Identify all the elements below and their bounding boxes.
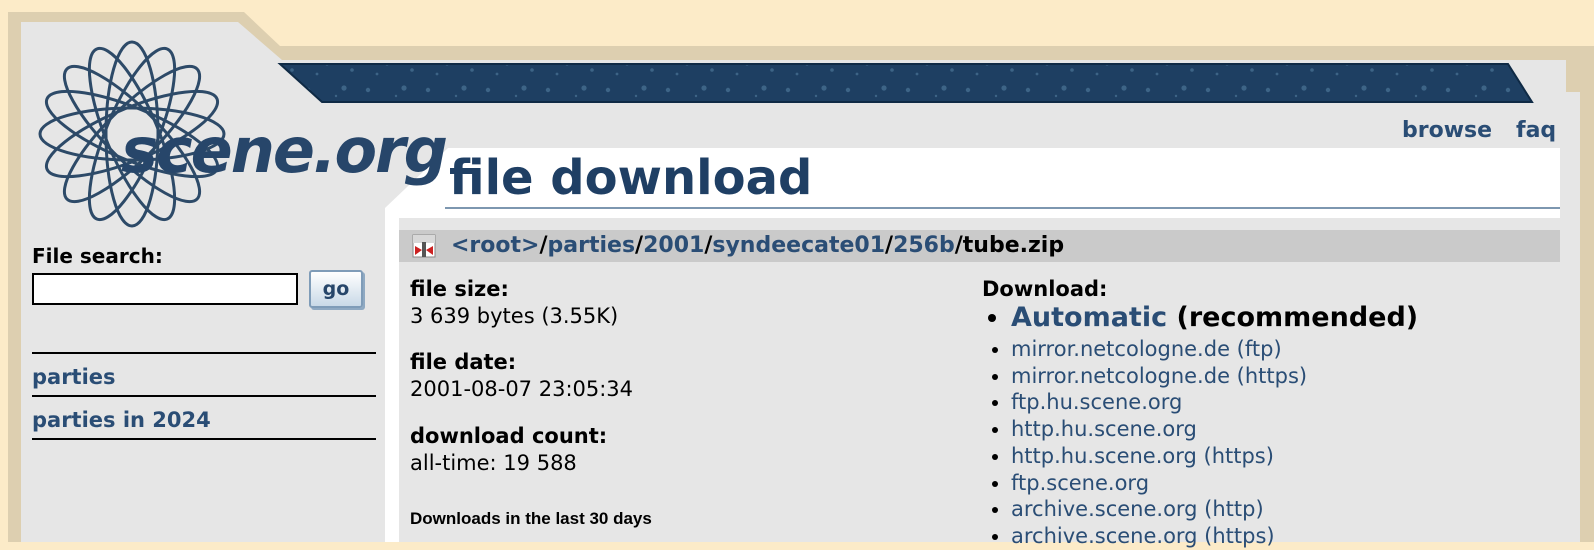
mirror-link[interactable]: http.hu.scene.org [1011, 417, 1197, 441]
sidebar-divider [32, 352, 376, 354]
file-date-value: 2001-08-07 23:05:34 [410, 377, 634, 401]
list-item: mirror.netcologne.de (ftp) [1011, 336, 1418, 363]
nav-faq-link[interactable]: faq [1516, 118, 1556, 143]
file-search-input[interactable] [32, 273, 298, 305]
list-item: Automatic (recommended) [1011, 300, 1418, 336]
file-date-label: file date: [410, 350, 517, 374]
nav-browse-link[interactable]: browse [1402, 118, 1492, 143]
mirror-link[interactable]: mirror.netcologne.de (ftp) [1011, 337, 1282, 361]
file-size-value: 3 639 bytes (3.55K) [410, 304, 619, 328]
download-count-value: all-time: 19 588 [410, 451, 577, 475]
file-search-label: File search: [32, 244, 163, 268]
download-label: Download: [982, 277, 1108, 301]
download-mirror-list: Automatic (recommended) mirror.netcologn… [982, 300, 1418, 550]
go-button[interactable]: go [309, 270, 363, 308]
page-title: file download [449, 150, 813, 206]
mirror-link[interactable]: ftp.scene.org [1011, 471, 1149, 495]
sidebar-divider [32, 395, 376, 397]
file-icon [412, 234, 436, 258]
downloads-last-30-days-label: Downloads in the last 30 days [410, 509, 652, 528]
breadcrumb-year-link[interactable]: 2001 [643, 233, 704, 258]
logo[interactable]: scene.org [36, 34, 448, 234]
breadcrumb-party-link[interactable]: syndeecate01 [712, 233, 885, 258]
list-item: ftp.hu.scene.org [1011, 389, 1418, 416]
automatic-download-link[interactable]: Automatic [1011, 302, 1167, 333]
file-size-label: file size: [410, 277, 509, 301]
breadcrumb-parties-link[interactable]: parties [548, 233, 636, 258]
breadcrumb-separator: / [539, 233, 548, 258]
logo-text: scene.org [121, 114, 448, 187]
breadcrumb-separator: / [635, 233, 644, 258]
sidebar-link-parties-2024[interactable]: parties in 2024 [32, 408, 211, 432]
sidebar-link-parties[interactable]: parties [32, 365, 116, 389]
recommended-note: (recommended) [1167, 302, 1419, 333]
breadcrumb-separator: / [885, 233, 894, 258]
breadcrumb-root-link[interactable]: <root> [451, 233, 539, 258]
breadcrumb-file-name: tube.zip [962, 233, 1065, 258]
mirror-link[interactable]: archive.scene.org (http) [1011, 497, 1264, 521]
list-item: mirror.netcologne.de (https) [1011, 363, 1418, 390]
mirror-link[interactable]: ftp.hu.scene.org [1011, 390, 1182, 414]
sidebar-divider [32, 438, 376, 440]
list-item: archive.scene.org (https) [1011, 523, 1418, 550]
list-item: http.hu.scene.org (https) [1011, 443, 1418, 470]
breadcrumb-category-link[interactable]: 256b [893, 233, 955, 258]
download-count-label: download count: [410, 424, 608, 448]
breadcrumb-separator: / [954, 233, 963, 258]
list-item: http.hu.scene.org [1011, 416, 1418, 443]
mirror-link[interactable]: archive.scene.org (https) [1011, 524, 1275, 548]
mirror-link[interactable]: mirror.netcologne.de (https) [1011, 364, 1307, 388]
list-item: archive.scene.org (http) [1011, 496, 1418, 523]
breadcrumb: <root>/parties/2001/syndeecate01/256b/tu… [399, 230, 1560, 262]
list-item: ftp.scene.org [1011, 470, 1418, 497]
mirror-link[interactable]: http.hu.scene.org (https) [1011, 444, 1274, 468]
